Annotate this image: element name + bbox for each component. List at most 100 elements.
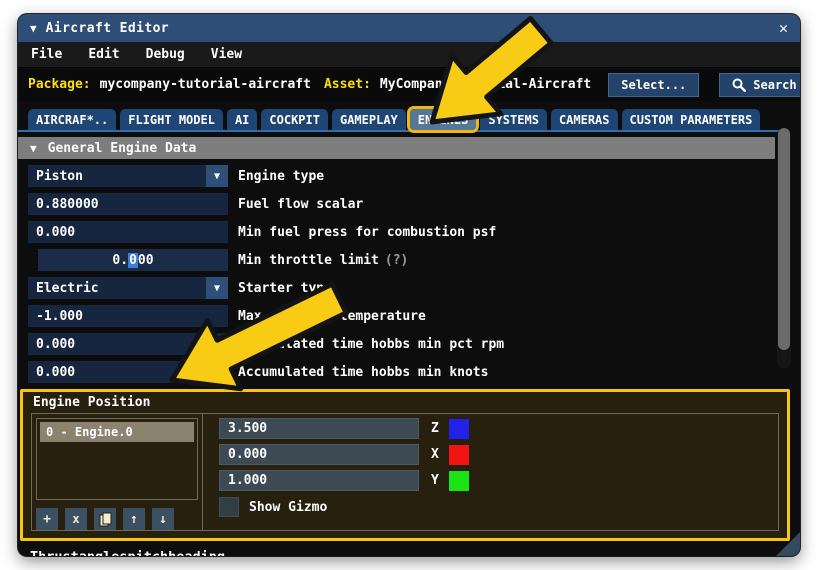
window-title: Aircraft Editor (46, 21, 169, 36)
arrow-down-icon: ↓ (159, 512, 167, 527)
search-icon (732, 78, 746, 92)
tab-underline (18, 130, 788, 132)
property-row: -1.000 Max contrail temperature (28, 305, 800, 327)
property-label: Min throttle limit (?) (238, 253, 408, 268)
arrow-up-icon: ↑ (130, 512, 138, 527)
tab-ai[interactable]: AI (227, 109, 257, 130)
engine-list-toolbar: + x ↑ ↓ (36, 508, 202, 530)
titlebar[interactable]: ▼ Aircraft Editor ✕ (18, 14, 800, 42)
axis-label-x: X (431, 447, 439, 462)
hobbs-min-pct-rpm-input[interactable]: 0.000 (28, 333, 228, 355)
content-area: ▼ General Engine Data Piston ▼ Engine ty… (18, 137, 800, 556)
resize-grip[interactable] (776, 532, 800, 556)
property-row: 0.880000 Fuel flow scalar (28, 193, 800, 215)
input-text: 0. (112, 253, 128, 268)
position-fields: 3.500 Z 0.000 X 1.000 Y (203, 414, 778, 530)
section-title: General Engine Data (48, 141, 197, 156)
search-button[interactable]: Search (719, 73, 800, 97)
tab-flight-model[interactable]: FLIGHT MODEL (120, 109, 223, 130)
scrollbar[interactable] (777, 128, 791, 368)
aircraft-editor-window: ▼ Aircraft Editor ✕ File Edit Debug View… (18, 14, 800, 556)
select-button[interactable]: Select... (608, 73, 699, 97)
chevron-down-icon[interactable]: ▼ (206, 277, 228, 299)
section-header-general-engine-data[interactable]: ▼ General Engine Data (18, 137, 775, 159)
show-gizmo-row: Show Gizmo (219, 497, 778, 517)
show-gizmo-checkbox[interactable] (219, 497, 239, 517)
input-text: 00 (138, 253, 154, 268)
menu-item-debug[interactable]: Debug (133, 47, 198, 62)
add-engine-button[interactable]: + (36, 508, 58, 530)
property-label: Max contrail temperature (238, 309, 426, 324)
tab-gameplay[interactable]: GAMEPLAY (332, 109, 406, 130)
show-gizmo-label: Show Gizmo (249, 500, 327, 515)
axis-label-y: Y (431, 473, 439, 488)
engine-type-dropdown[interactable]: Piston ▼ (28, 165, 228, 187)
position-x-input[interactable]: 0.000 (219, 444, 419, 465)
property-rows: Piston ▼ Engine type 0.880000 Fuel flow … (18, 159, 800, 383)
label-text: Min throttle limit (238, 253, 379, 268)
property-label: Fuel flow scalar (238, 197, 363, 212)
engine-position-panel: Engine Position 0 - Engine.0 + x (20, 389, 790, 541)
move-up-button[interactable]: ↑ (123, 508, 145, 530)
property-row: Electric ▼ Starter type (28, 277, 800, 299)
copy-engine-button[interactable] (94, 508, 116, 530)
dropdown-value: Electric (28, 281, 99, 296)
property-label: Min fuel press for combustion psf (238, 225, 496, 240)
field-row: 0.000 X (219, 444, 778, 465)
field-row: 3.500 Z (219, 418, 778, 439)
tab-cockpit[interactable]: COCKPIT (261, 109, 328, 130)
engine-list-item-selected[interactable]: 0 - Engine.0 (40, 422, 194, 442)
engine-position-title: Engine Position (23, 392, 787, 413)
delete-engine-button[interactable]: x (65, 508, 87, 530)
desktop: ▼ Aircraft Editor ✕ File Edit Debug View… (0, 0, 818, 570)
property-label: Starter type (238, 281, 332, 296)
text-selection: 0 (128, 253, 138, 268)
tab-systems[interactable]: SYSTEMS (480, 109, 547, 130)
property-row: Piston ▼ Engine type (28, 165, 800, 187)
menu-bar: File Edit Debug View (18, 42, 800, 68)
axis-color-swatch-y (449, 471, 469, 491)
tab-bar: AIRCRAF*.. FLIGHT MODEL AI COCKPIT GAMEP… (18, 101, 800, 130)
tab-cameras[interactable]: CAMERAS (551, 109, 618, 130)
engine-list[interactable]: 0 - Engine.0 (36, 418, 198, 500)
chevron-down-icon[interactable]: ▼ (206, 165, 228, 187)
collapse-icon[interactable]: ▼ (30, 22, 37, 35)
property-label: Accumulated time hobbs min pct rpm (238, 337, 504, 352)
package-row: Package: mycompany-tutorial-aircraft Ass… (18, 68, 800, 101)
max-contrail-temperature-input[interactable]: -1.000 (28, 305, 228, 327)
min-throttle-limit-input[interactable]: 0.000 (38, 249, 228, 271)
tab-aircraft[interactable]: AIRCRAF*.. (28, 109, 116, 130)
property-row: 0.000 Min throttle limit(?) (28, 249, 800, 271)
tab-engines[interactable]: ENGINES (410, 109, 477, 130)
position-z-input[interactable]: 3.500 (219, 418, 419, 439)
property-row: 0.000 Min fuel press for combustion psf (28, 221, 800, 243)
collapse-icon: ▼ (30, 142, 37, 155)
engine-list-column: 0 - Engine.0 + x ↑ (32, 414, 202, 530)
property-label: Accumulated time hobbs min knots (238, 365, 488, 380)
menu-item-edit[interactable]: Edit (75, 47, 132, 62)
axis-color-swatch-z (449, 419, 469, 439)
asset-label: Asset: (324, 77, 371, 92)
section-header-thrust-angles[interactable]: Thrustanglespitchheading (30, 549, 800, 556)
dropdown-value: Piston (28, 169, 83, 184)
close-icon[interactable]: ✕ (779, 19, 788, 37)
property-row: 0.000 Accumulated time hobbs min knots (28, 361, 800, 383)
menu-item-view[interactable]: View (198, 47, 255, 62)
move-down-button[interactable]: ↓ (152, 508, 174, 530)
menu-item-file[interactable]: File (18, 47, 75, 62)
axis-label-z: Z (431, 421, 439, 436)
starter-type-dropdown[interactable]: Electric ▼ (28, 277, 228, 299)
property-row: 0.000 Accumulated time hobbs min pct rpm (28, 333, 800, 355)
field-row: 1.000 Y (219, 470, 778, 491)
fuel-flow-scalar-input[interactable]: 0.880000 (28, 193, 228, 215)
hobbs-min-knots-input[interactable]: 0.000 (28, 361, 228, 383)
asset-value: MyCompany-Tutorial-Aircraft (380, 77, 591, 92)
position-y-input[interactable]: 1.000 (219, 470, 419, 491)
help-hint[interactable]: (?) (385, 253, 408, 268)
tab-custom-parameters[interactable]: CUSTOM PARAMETERS (622, 109, 761, 130)
package-label: Package: (28, 77, 91, 92)
scrollbar-thumb[interactable] (778, 128, 790, 350)
property-label: Engine type (238, 169, 324, 184)
axis-color-swatch-x (449, 445, 469, 465)
min-fuel-press-input[interactable]: 0.000 (28, 221, 228, 243)
